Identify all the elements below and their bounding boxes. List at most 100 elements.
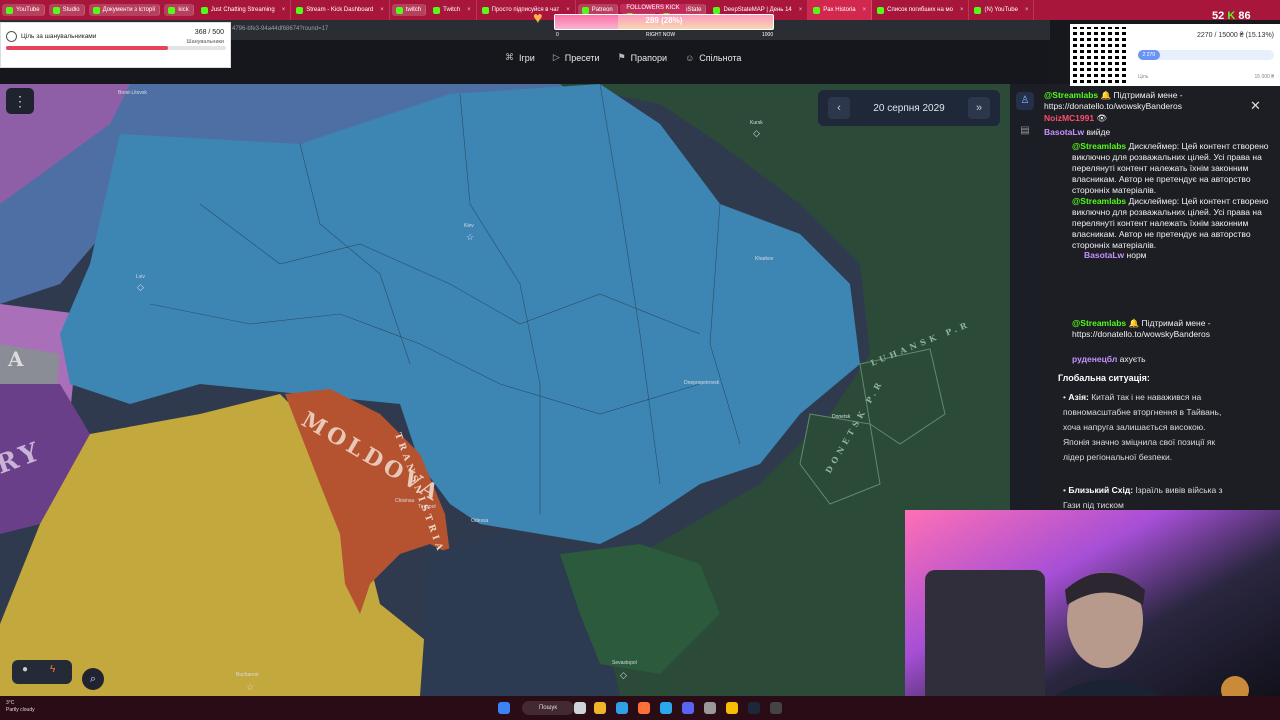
map-view-toggle[interactable]: ● ϟ — [12, 660, 72, 684]
browser-tab[interactable]: Twitch × — [428, 0, 477, 20]
chat-text: 👁 — [1096, 113, 1108, 123]
tab-favicon-icon — [92, 6, 100, 14]
map-search-button[interactable]: ⌕ — [82, 668, 104, 690]
tab-favicon-icon — [581, 6, 589, 14]
nav-games-label: Ігри — [519, 52, 535, 63]
bullet-text: Китай так і не наважився на повномасштаб… — [1063, 392, 1222, 462]
list-icon[interactable]: ▤ — [1016, 122, 1034, 140]
community-icon: ☺ — [685, 52, 695, 63]
tab-favicon-icon — [877, 6, 885, 14]
chat-text: норм — [1126, 250, 1147, 260]
tab-label: Stream - Kick Dashboard — [306, 7, 374, 13]
bolt-icon[interactable]: ϟ — [50, 664, 55, 675]
chat-bubble-icon[interactable]: ● — [22, 664, 28, 675]
browser-tab[interactable]: twitch — [391, 4, 427, 16]
tab-label: Just Chatting Streaming — [210, 7, 275, 13]
chat-message: NoizMC1991 👁 — [1044, 113, 1274, 124]
telegram-icon[interactable] — [660, 702, 672, 714]
weather-temp: 3°C — [6, 700, 15, 706]
city-kiev: Kiev — [464, 223, 474, 229]
tab-favicon-icon — [296, 6, 304, 14]
browser-tab[interactable]: Stream - Kick Dashboard × — [291, 0, 390, 20]
tab-favicon-icon — [813, 6, 821, 14]
capital-star-icon: ☆ — [246, 682, 254, 692]
browser-tab[interactable]: Studio — [48, 4, 85, 16]
browser-tab[interactable]: YouTube — [2, 4, 45, 16]
tab-favicon-icon — [433, 6, 441, 14]
browser-tab[interactable]: Pax Historia × — [808, 0, 873, 20]
chat-user: BasotaLw — [1044, 127, 1085, 137]
chat-text: вийде — [1086, 127, 1111, 137]
bullet-middle-east: • Близький Схід: Ізраїль вивів війська з… — [1063, 485, 1223, 510]
weather-desc: Partly cloudy — [6, 707, 35, 713]
tab-label: (N) YouTube — [984, 7, 1018, 13]
heart-icon: ♥ — [533, 10, 543, 27]
followers-min: 0 — [556, 32, 559, 38]
next-date-button[interactable]: » — [968, 97, 990, 119]
prev-date-button[interactable]: ‹ — [828, 97, 850, 119]
map-menu-button[interactable]: ⋮ — [6, 88, 34, 114]
global-situation-title: Глобальна ситуація: — [1058, 373, 1150, 383]
edge-icon[interactable] — [616, 702, 628, 714]
taskbar-search[interactable]: Пошук — [522, 701, 574, 715]
tab-close-icon[interactable]: × — [863, 7, 867, 13]
city-odessa: Odessa — [471, 518, 488, 524]
chat-text: ахуєть — [1119, 354, 1146, 364]
tab-close-icon[interactable]: × — [1025, 7, 1029, 13]
chrome-icon[interactable] — [726, 702, 738, 714]
tab-close-icon[interactable]: × — [566, 7, 570, 13]
main-nav: ⌘ Ігри ▷ Пресети ⚑ Прапори ☺ Спільнота — [505, 52, 741, 63]
app-icon[interactable] — [704, 702, 716, 714]
browser-tab[interactable]: Список погибших на мо × — [872, 0, 970, 20]
play-icon: ▷ — [552, 52, 560, 62]
tab-close-icon[interactable]: × — [960, 7, 964, 13]
city-kharkov: Kharkov — [755, 256, 774, 262]
goal-progress-fill — [6, 46, 168, 51]
tab-favicon-icon — [713, 6, 721, 14]
fan-goal-widget: Ціль за шанувальниками 368 / 500 Шанувал… — [0, 22, 231, 68]
tab-favicon-icon — [168, 6, 176, 14]
donate-progress-fill: 2 270 — [1138, 50, 1160, 60]
browser-tab[interactable]: (N) YouTube × — [969, 0, 1035, 20]
windows-start-icon[interactable] — [498, 702, 510, 714]
followers-max: 1000 — [762, 32, 774, 38]
game-map[interactable]: MOLDOVA TRANSNISTRIA LUHANSK P.R DONETSK… — [0, 84, 1010, 696]
tab-close-icon[interactable]: × — [282, 7, 286, 13]
tab-label: Pax Historia — [823, 7, 856, 13]
address-text[interactable]: 4796-bfe3-94a44df68674?round=17 — [232, 26, 328, 32]
obs-icon[interactable] — [770, 702, 782, 714]
nav-community[interactable]: ☺ Спільнота — [685, 52, 741, 63]
firefox-icon[interactable] — [638, 702, 650, 714]
browser-tab[interactable]: Just Chatting Streaming × — [196, 0, 292, 20]
followers-count: 289 (28%) — [645, 16, 683, 25]
nav-presets[interactable]: ▷ Пресети — [553, 52, 600, 63]
city-brest: Brest-Litovsk — [118, 90, 147, 96]
tab-favicon-icon — [200, 6, 208, 14]
kick-logo-icon: K — [1227, 10, 1236, 22]
tab-favicon-icon — [52, 6, 60, 14]
user-icon[interactable]: ♙ — [1016, 92, 1034, 110]
taskview-icon[interactable] — [574, 702, 586, 714]
city-kursk: Kursk — [750, 120, 763, 126]
tab-close-icon[interactable]: × — [380, 7, 384, 13]
chat-user: @Streamlabs — [1072, 141, 1127, 151]
flag-icon: ⚑ — [617, 52, 626, 62]
chat-message: BasotaLw вийде — [1044, 127, 1274, 138]
discord-icon[interactable] — [682, 702, 694, 714]
explorer-icon[interactable] — [594, 702, 606, 714]
goal-progress — [6, 46, 226, 51]
browser-tab[interactable]: kick — [164, 4, 194, 16]
chat-message: @Streamlabs 🔔 Підтримай мене - https://d… — [1044, 90, 1274, 112]
browser-tab[interactable]: Документи з історії — [88, 4, 161, 16]
nav-games[interactable]: ⌘ Ігри — [505, 52, 535, 63]
tab-close-icon[interactable]: × — [799, 7, 803, 13]
tab-label: YouTube — [16, 7, 40, 13]
city-marker-icon: ◇ — [137, 282, 144, 292]
nav-flags-label: Прапори — [630, 52, 668, 63]
steam-icon[interactable] — [748, 702, 760, 714]
chat-user: @Streamlabs — [1072, 196, 1127, 206]
nav-flags[interactable]: ⚑ Прапори — [618, 52, 667, 63]
bullet-head: Азія: — [1068, 392, 1089, 402]
weather-widget[interactable]: 3°C Partly cloudy — [6, 700, 35, 714]
tab-close-icon[interactable]: × — [467, 7, 471, 13]
